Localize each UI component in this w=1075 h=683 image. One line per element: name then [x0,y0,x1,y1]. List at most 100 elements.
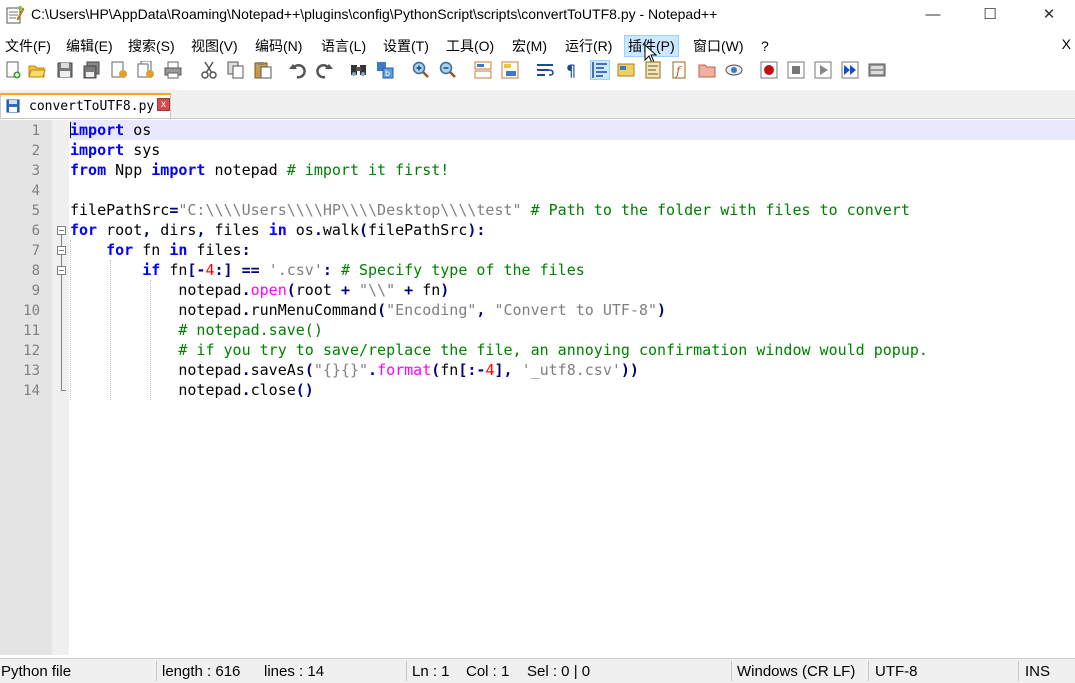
close-all-icon[interactable] [137,61,155,79]
line-number: 7 [31,243,40,259]
maximize-button[interactable]: ☐ [967,0,1013,30]
status-divider [1018,661,1019,681]
paste-icon[interactable] [254,61,272,79]
new-file-icon[interactable] [4,61,22,79]
monitor-icon[interactable] [725,61,743,79]
play-macro-icon[interactable] [814,61,832,79]
user-lang-icon[interactable] [617,61,635,79]
line-number-gutter: 1 2 3 4 5 6 7 8 9 10 11 12 13 14 [0,120,52,655]
doc-map-icon[interactable] [644,61,662,79]
find-icon[interactable] [350,61,368,79]
function-list-icon[interactable]: f [671,61,689,79]
code-line: # notepad.save() [178,321,323,339]
fold-toggle-icon[interactable] [57,226,66,235]
fold-toggle-icon[interactable] [57,266,66,275]
menu-language[interactable]: 语言(L) [318,36,369,56]
menu-help[interactable]: ? [758,36,772,56]
undo-icon[interactable] [289,61,307,79]
show-all-chars-icon[interactable]: ¶ [563,61,581,79]
fold-toggle-icon[interactable] [57,246,66,255]
line-number: 8 [31,263,40,279]
record-macro-icon[interactable] [760,61,778,79]
code-line: filePathSrc="C:\\\\Users\\\\HP\\\\Deskto… [70,201,910,219]
open-file-icon[interactable] [28,61,46,79]
tab-close-button[interactable]: x [157,98,170,111]
copy-icon[interactable] [227,61,245,79]
status-divider [406,661,407,681]
code-line: for fn in files: [106,241,251,259]
menu-view[interactable]: 视图(V) [188,36,241,56]
minimize-button[interactable]: — [910,0,956,30]
close-document-button[interactable]: X [1062,36,1071,52]
text-caret [70,122,71,138]
zoom-in-icon[interactable] [412,61,430,79]
status-divider [731,661,732,681]
stop-record-icon[interactable] [787,61,805,79]
run-macro-multiple-icon[interactable] [841,61,859,79]
code-line: # if you try to save/replace the file, a… [178,341,928,359]
status-encoding: UTF-8 [875,663,918,680]
sync-vertical-icon[interactable] [474,61,492,79]
menu-encoding[interactable]: 编码(N) [252,36,305,56]
menu-run[interactable]: 运行(R) [562,36,615,56]
status-column: Col : 1 [466,663,510,680]
save-icon[interactable] [56,61,74,79]
menu-file[interactable]: 文件(F) [2,36,54,56]
line-number: 5 [31,203,40,219]
line-number: 2 [31,143,40,159]
menu-tools[interactable]: 工具(O) [443,36,497,56]
tab-converttoutf8[interactable]: convertToUTF8.py x [0,93,171,118]
cut-icon[interactable] [200,61,218,79]
close-icon[interactable] [110,61,128,79]
close-window-button[interactable]: ✕ [1026,0,1072,30]
sync-horizontal-icon[interactable] [501,61,519,79]
fold-end [61,390,66,391]
code-line: notepad.runMenuCommand("Encoding", "Conv… [70,301,667,319]
line-number: 4 [31,183,40,199]
code-line: notepad.open(root + "\\" + fn) [70,281,450,299]
status-divider [156,661,157,681]
line-number: 12 [23,343,40,359]
save-all-icon[interactable] [83,61,101,79]
status-insert-mode: INS [1025,663,1051,680]
menu-settings[interactable]: 设置(T) [380,36,432,56]
menu-edit[interactable]: 编辑(E) [63,36,116,56]
status-bar: Python file length : 616 lines : 14 Ln :… [0,658,1075,683]
line-number: 3 [31,163,40,179]
zoom-out-icon[interactable] [439,61,457,79]
line-number: 11 [23,323,40,339]
menu-search[interactable]: 搜索(S) [125,36,178,56]
menu-bar: 文件(F) 编辑(E) 搜索(S) 视图(V) 编码(N) 语言(L) 设置(T… [0,34,1075,64]
replace-icon[interactable]: b [376,61,394,79]
code-line: import sys [70,141,161,159]
line-number: 1 [31,123,40,139]
menu-macro[interactable]: 宏(M) [509,36,550,56]
status-divider [868,661,869,681]
redo-icon[interactable] [315,61,333,79]
svg-text:¶: ¶ [566,61,576,79]
code-editor[interactable]: 1 2 3 4 5 6 7 8 9 10 11 12 13 14 import … [0,120,1075,655]
code-area[interactable]: import os import sys from Npp import not… [70,120,1075,655]
document-tab-bar: convertToUTF8.py x [0,90,1075,119]
status-lines: lines : 14 [264,663,325,680]
menu-window[interactable]: 窗口(W) [690,36,747,56]
line-number: 6 [31,223,40,239]
status-line-number: Ln : 1 [412,663,450,680]
code-line: notepad.close() [70,381,314,399]
folder-workspace-icon[interactable] [698,61,716,79]
toolbar: b ¶ f [0,58,1075,84]
status-eol: Windows (CR LF) [737,663,856,680]
print-icon[interactable] [164,61,182,79]
word-wrap-icon[interactable] [536,61,554,79]
save-macro-icon[interactable] [868,61,886,79]
status-length: length : 616 [162,663,241,680]
tab-label: convertToUTF8.py [29,99,155,114]
svg-text:b: b [385,69,390,78]
indent-guide-icon[interactable] [590,60,610,80]
line-number: 9 [31,283,40,299]
title-bar: C:\Users\HP\AppData\Roaming\Notepad++\pl… [0,0,1075,32]
code-line: notepad.saveAs("{}{}".format(fn[:-4], '_… [70,361,639,379]
code-line: for root, dirs, files in os.walk(filePat… [70,221,486,239]
line-number: 13 [23,363,40,379]
